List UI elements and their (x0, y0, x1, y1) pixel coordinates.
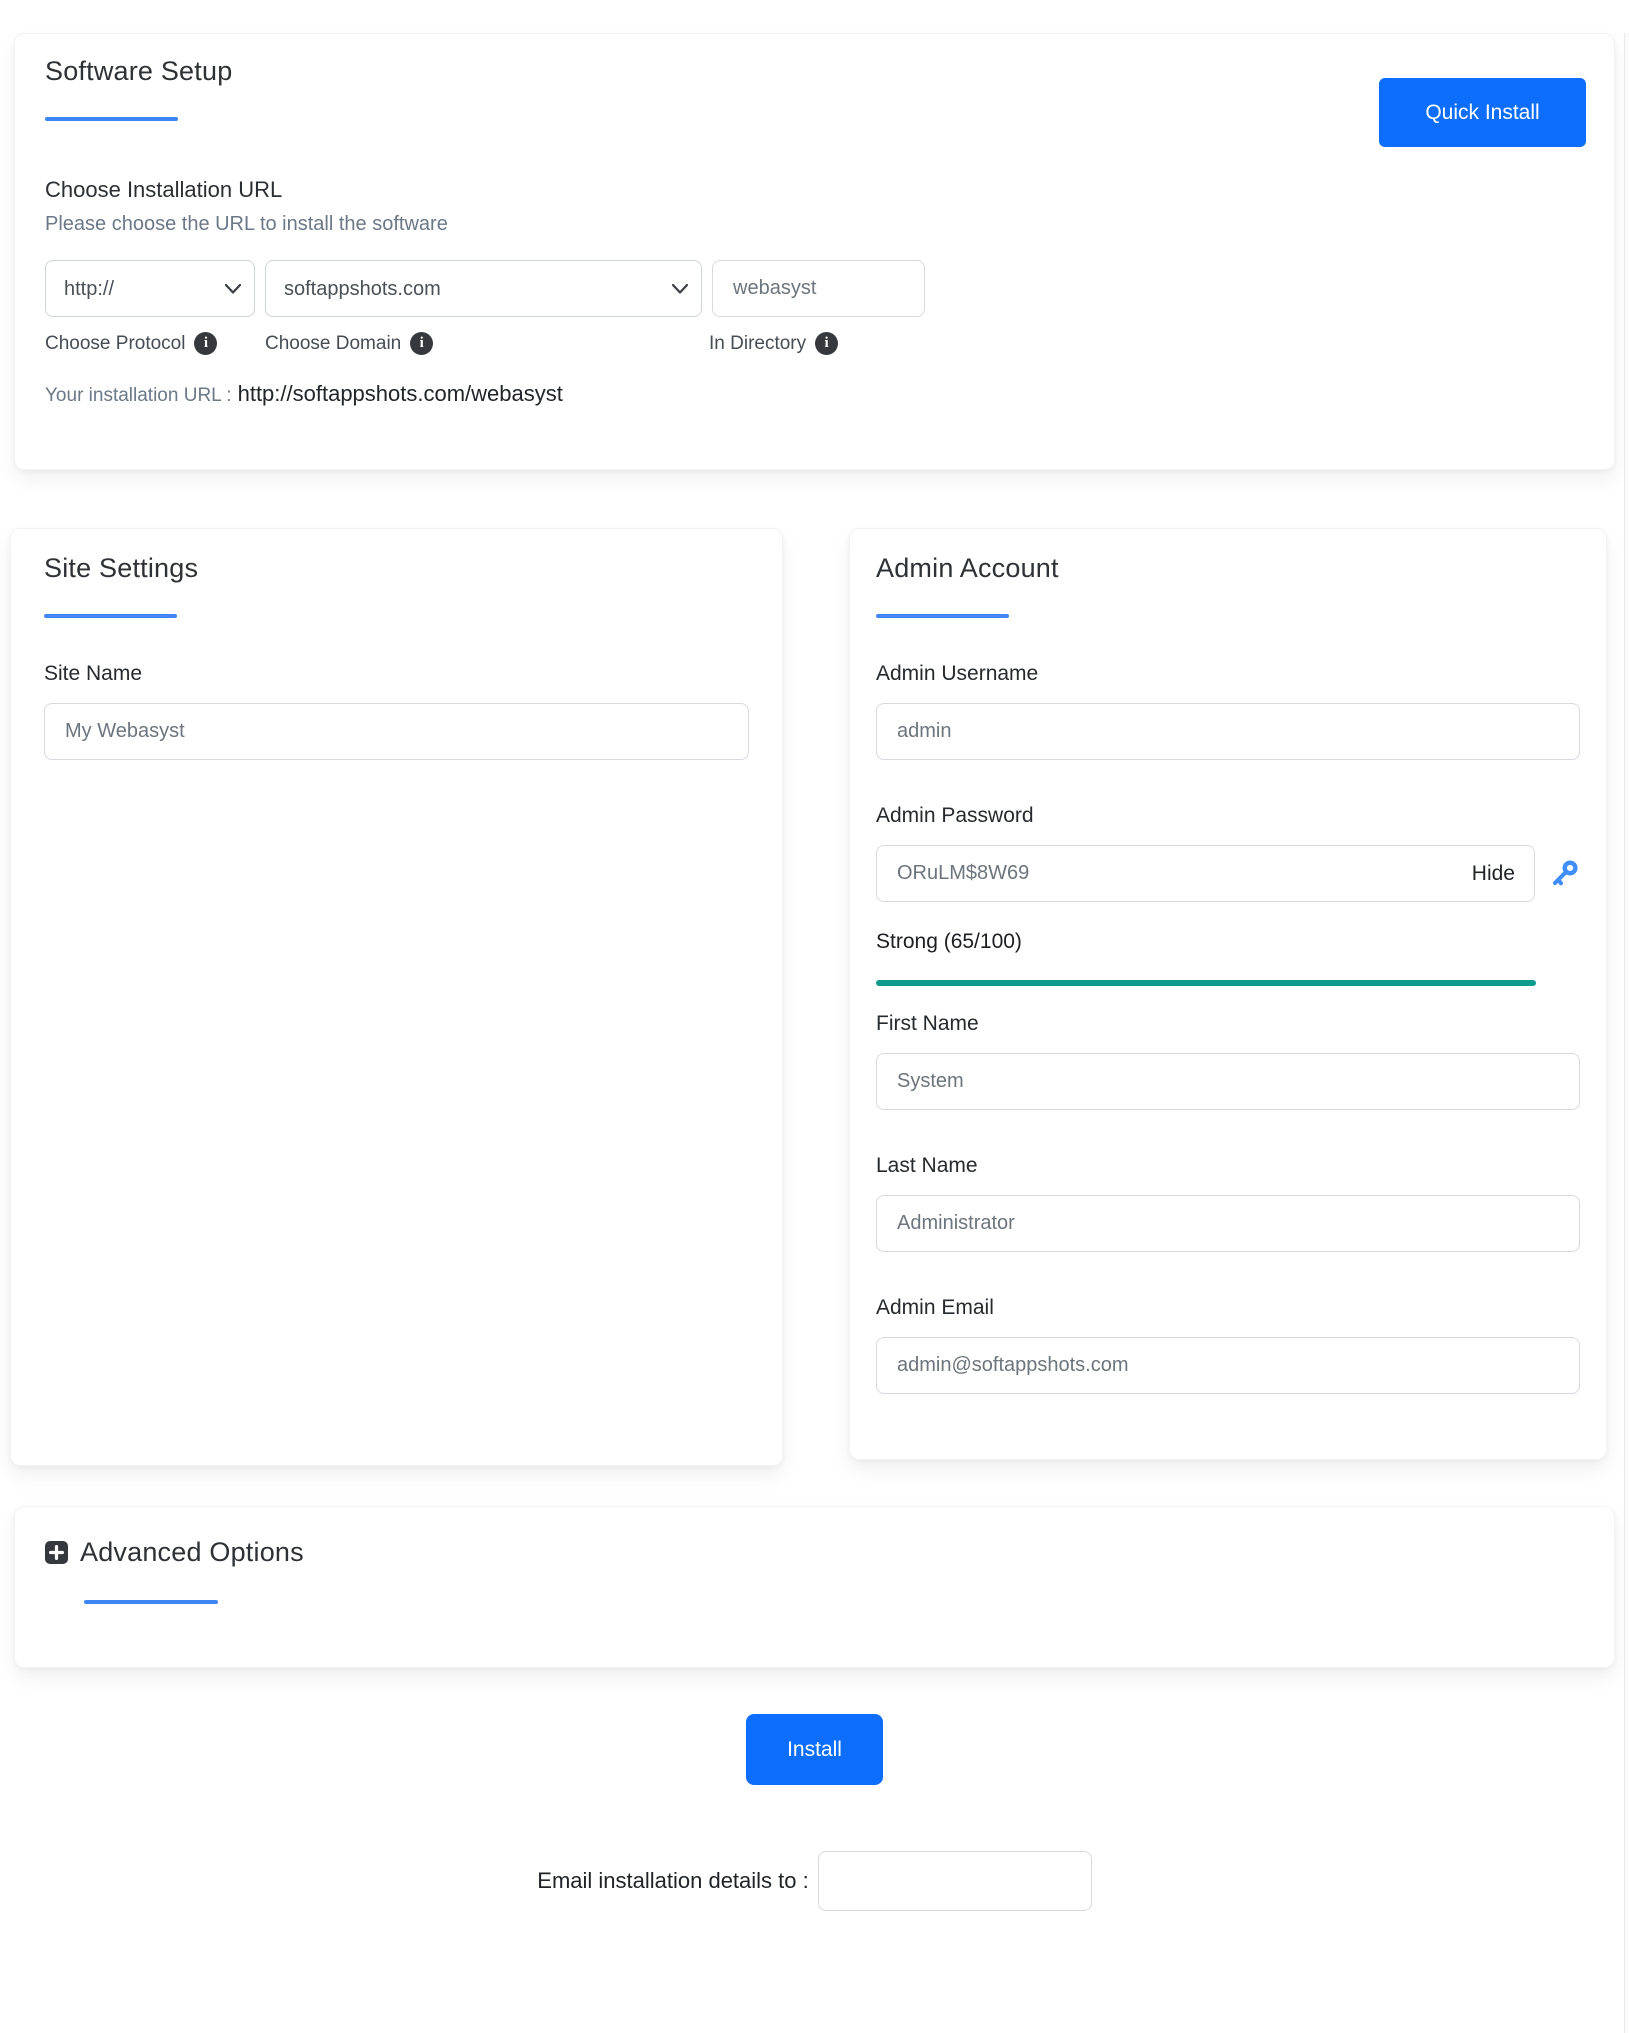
directory-input[interactable] (712, 260, 925, 317)
advanced-options-header: Advanced Options (45, 1537, 1584, 1568)
protocol-hint: Choose Protocol i (45, 332, 265, 355)
admin-username-input[interactable] (876, 703, 1580, 760)
directory-hint-label: In Directory (709, 332, 807, 354)
email-details-input[interactable] (817, 1851, 1092, 1911)
advanced-options-underline (84, 1600, 218, 1604)
advanced-options-card: Advanced Options (14, 1506, 1615, 1668)
admin-password-row: Hide (876, 845, 1580, 902)
admin-account-title: Admin Account (876, 553, 1059, 583)
software-setup-card: Software Setup Quick Install Choose Inst… (14, 33, 1615, 470)
domain-hint-label: Choose Domain (265, 332, 402, 354)
protocol-select-wrap: http:// (45, 260, 255, 317)
software-setup-title: Software Setup (45, 56, 233, 86)
site-name-input[interactable] (44, 703, 749, 760)
installation-url-preview: Your installation URL : http://softappsho… (45, 381, 1586, 407)
installation-url-value: http://softappshots.com/webasyst (237, 381, 563, 406)
site-settings-underline (44, 614, 177, 618)
info-icon[interactable]: i (194, 332, 218, 355)
choose-installation-url-title: Choose Installation URL (45, 177, 283, 202)
domain-select-wrap: softappshots.com (265, 260, 702, 317)
software-setup-underline (45, 117, 178, 121)
quick-install-button[interactable]: Quick Install (1379, 78, 1586, 147)
install-button[interactable]: Install (746, 1714, 883, 1785)
info-icon[interactable]: i (815, 332, 839, 355)
admin-password-input[interactable] (876, 845, 1535, 902)
plus-expand-icon[interactable] (45, 1541, 68, 1564)
domain-hint: Choose Domain i (265, 332, 709, 355)
info-icon[interactable]: i (410, 332, 434, 355)
admin-email-input[interactable] (876, 1337, 1580, 1394)
admin-password-box: Hide (876, 845, 1535, 902)
protocol-hint-label: Choose Protocol (45, 332, 186, 354)
page-scrollbar[interactable] (1624, 33, 1629, 2033)
installation-url-label: Your installation URL : (45, 385, 232, 406)
protocol-select[interactable]: http:// (45, 260, 255, 317)
password-strength-text: Strong (65/100) (876, 930, 1022, 953)
installation-url-controls: http:// softappshots.com (45, 260, 1586, 317)
directory-hint: In Directory i (709, 332, 839, 355)
site-name-label: Site Name (44, 662, 143, 685)
admin-account-card: Admin Account Admin Username Admin Passw… (849, 528, 1607, 1460)
last-name-input[interactable] (876, 1195, 1580, 1252)
domain-select[interactable]: softappshots.com (265, 260, 702, 317)
advanced-options-title: Advanced Options (80, 1537, 304, 1567)
email-details-row: Email installation details to : (0, 1851, 1629, 1911)
admin-username-label: Admin Username (876, 662, 1039, 685)
admin-account-underline (876, 614, 1009, 618)
key-icon[interactable] (1549, 858, 1580, 889)
installation-url-hints: Choose Protocol i Choose Domain i In Dir… (45, 332, 1586, 355)
admin-email-label: Admin Email (876, 1296, 994, 1319)
site-settings-card: Site Settings Site Name (10, 528, 783, 1466)
site-settings-title: Site Settings (44, 553, 199, 583)
last-name-label: Last Name (876, 1154, 978, 1177)
first-name-label: First Name (876, 1012, 979, 1035)
admin-password-label: Admin Password (876, 804, 1034, 827)
first-name-input[interactable] (876, 1053, 1580, 1110)
choose-installation-url-subtitle: Please choose the URL to install the sof… (45, 213, 448, 235)
settings-columns: Site Settings Site Name Admin Account Ad… (10, 528, 1613, 1466)
email-details-label: Email installation details to : (537, 1868, 809, 1893)
hide-password-toggle[interactable]: Hide (1472, 862, 1515, 886)
password-strength-bar (876, 980, 1536, 986)
